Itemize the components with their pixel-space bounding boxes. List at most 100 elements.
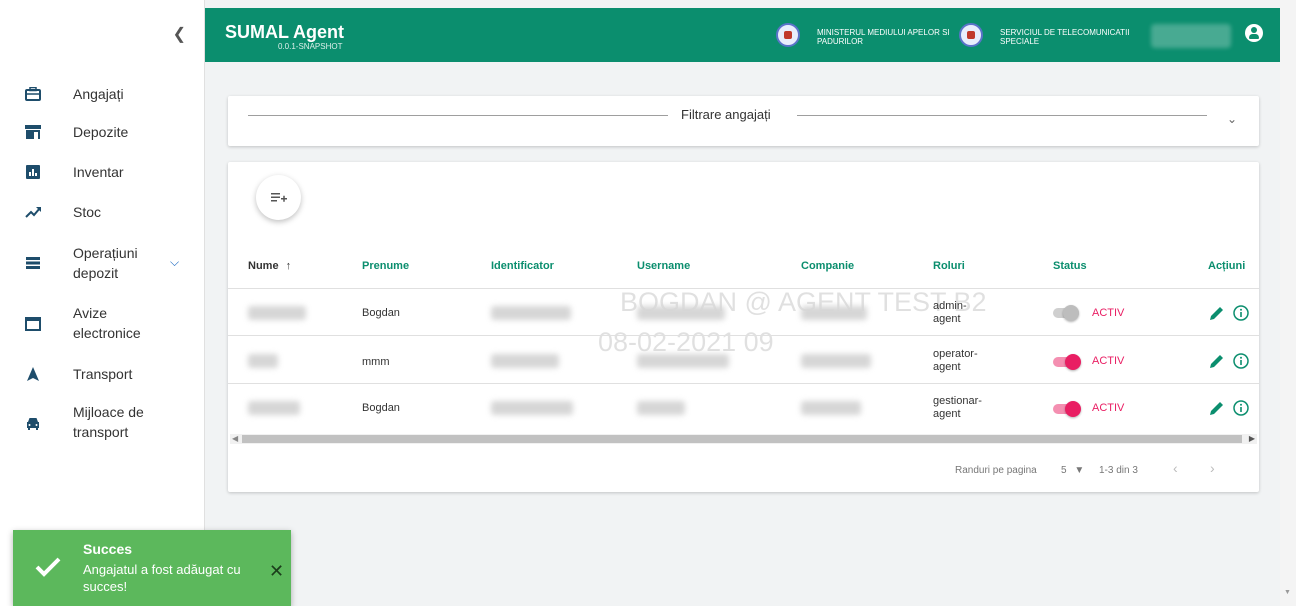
- sts-name: SERVICIUL DE TELECOMUNICATII SPECIALE: [1000, 28, 1130, 46]
- status-badge: ACTIV: [1092, 307, 1125, 319]
- car-icon: [24, 414, 42, 432]
- sidebar-item-transport[interactable]: Transport: [0, 364, 205, 384]
- col-header-nume[interactable]: Nume ↑: [248, 260, 291, 272]
- col-header-companie[interactable]: Companie: [801, 260, 854, 272]
- user-name-redacted: [1151, 24, 1231, 48]
- toggle-track: [1053, 354, 1081, 370]
- ministry-logo-icon: [776, 23, 800, 47]
- toggle-knob: [1063, 305, 1079, 321]
- info-icon[interactable]: [1233, 400, 1249, 421]
- cell-prenume: Bogdan: [362, 307, 400, 319]
- row-divider: [228, 288, 1259, 289]
- sidebar: ❮ Angajați Depozite Inventar Stoc Operaț…: [0, 0, 205, 606]
- cell-rol: gestionar-agent: [933, 395, 982, 420]
- rows-per-page-select[interactable]: 5 ▼: [1061, 465, 1084, 476]
- scroll-down-icon[interactable]: ▼: [1284, 589, 1291, 596]
- pagination-range: 1-3 din 3: [1099, 465, 1138, 476]
- sidebar-item-stoc[interactable]: Stoc: [0, 202, 205, 222]
- sidebar-item-label: Depozite: [73, 124, 129, 140]
- store-icon: [24, 123, 42, 141]
- cell-prenume: Bogdan: [362, 402, 400, 414]
- sidebar-item-label: Stoc: [73, 204, 102, 220]
- col-header-status[interactable]: Status: [1053, 260, 1087, 272]
- scroll-left-icon[interactable]: ◀: [232, 434, 238, 443]
- col-header-roluri[interactable]: Roluri: [933, 260, 965, 272]
- sidebar-item-angajati[interactable]: Angajați: [0, 84, 205, 104]
- filter-title: Filtrare angajați: [681, 107, 771, 122]
- edit-icon[interactable]: [1210, 354, 1224, 373]
- sidebar-item-operatiuni-depozit[interactable]: Operațiuni depozit ⌵: [0, 243, 205, 283]
- col-header-username[interactable]: Username: [637, 260, 690, 272]
- sidebar-top: ❮: [0, 0, 204, 63]
- list-icon: [24, 254, 42, 272]
- sidebar-item-label: Inventar: [73, 164, 124, 180]
- chevron-down-icon[interactable]: ⌵: [170, 255, 179, 270]
- app-title: SUMAL Agent: [225, 22, 344, 42]
- cell-rol: operator-agent: [933, 348, 978, 373]
- col-header-prenume[interactable]: Prenume: [362, 260, 409, 272]
- divider: [248, 115, 668, 116]
- company-redacted: [801, 401, 861, 415]
- status-badge: ACTIV: [1092, 355, 1125, 367]
- toast-message: Angajatul a fost adăugat cu succes!: [83, 562, 241, 594]
- sidebar-item-label: Avize electronice: [73, 305, 141, 341]
- toggle-track: [1053, 305, 1079, 321]
- sidebar-item-mijloace-de-transport[interactable]: Mijloace de transport: [0, 402, 205, 442]
- scrollbar-thumb[interactable]: [242, 435, 1242, 443]
- name-redacted: [248, 401, 300, 415]
- col-header-actiuni: Acțiuni: [1208, 260, 1246, 272]
- toggle-knob: [1065, 401, 1081, 417]
- identificator-redacted: [491, 401, 573, 415]
- add-employee-button[interactable]: [256, 175, 301, 220]
- trending-up-icon: [24, 203, 42, 221]
- prev-page-icon[interactable]: ‹: [1173, 460, 1178, 476]
- row-divider: [228, 335, 1259, 336]
- company-redacted: [801, 306, 867, 320]
- toggle-knob: [1065, 354, 1081, 370]
- sidebar-item-label: Mijloace de transport: [73, 404, 144, 440]
- app-version: 0.0.1-SNAPSHOT: [278, 42, 343, 51]
- success-toast: Succes Angajatul a fost adăugat cu succe…: [13, 530, 291, 606]
- identificator-redacted: [491, 306, 571, 320]
- window-icon: [24, 315, 42, 333]
- toast-title: Succes: [83, 541, 133, 557]
- rows-per-page-value: 5: [1061, 465, 1067, 476]
- close-icon[interactable]: ✕: [269, 561, 284, 582]
- edit-icon[interactable]: [1210, 306, 1224, 325]
- status-badge: ACTIV: [1092, 402, 1125, 414]
- sidebar-item-label: Operațiuni depozit: [73, 245, 138, 281]
- chevron-left-icon[interactable]: ❮: [173, 24, 186, 44]
- sidebar-item-inventar[interactable]: Inventar: [0, 162, 205, 182]
- next-page-icon[interactable]: ›: [1210, 460, 1215, 476]
- ministry-name: MINISTERUL MEDIULUI APELOR SI PADURILOR: [817, 28, 950, 46]
- cell-rol: admin-agent: [933, 300, 967, 325]
- bar-chart-icon: [24, 163, 42, 181]
- info-icon[interactable]: [1233, 353, 1249, 374]
- page-scrollbar[interactable]: ▼: [1280, 0, 1296, 606]
- horizontal-scrollbar[interactable]: ◀ ▶: [230, 434, 1257, 444]
- employees-table-card: Nume ↑ Prenume Identificator Username Co…: [228, 162, 1259, 492]
- sort-arrow-icon[interactable]: ↑: [286, 260, 292, 272]
- sidebar-item-depozite[interactable]: Depozite: [0, 122, 205, 142]
- sidebar-item-avize-electronice[interactable]: Avize electronice: [0, 303, 205, 343]
- dropdown-arrow-icon: ▼: [1074, 465, 1085, 476]
- playlist-add-icon: [270, 192, 287, 202]
- username-redacted: [637, 401, 685, 415]
- col-header-identificator[interactable]: Identificator: [491, 260, 554, 272]
- chevron-down-icon[interactable]: ⌄: [1227, 112, 1237, 126]
- username-redacted: [637, 306, 725, 320]
- edit-icon[interactable]: [1210, 401, 1224, 420]
- name-redacted: [248, 354, 278, 368]
- divider: [797, 115, 1207, 116]
- filter-panel[interactable]: Filtrare angajați ⌄: [228, 96, 1259, 146]
- toggle-track: [1053, 401, 1081, 417]
- scroll-right-icon[interactable]: ▶: [1249, 434, 1255, 443]
- account-circle-icon[interactable]: [1245, 24, 1263, 42]
- app-header: SUMAL Agent 0.0.1-SNAPSHOT MINISTERUL ME…: [205, 8, 1280, 62]
- info-icon[interactable]: [1233, 305, 1249, 326]
- rows-per-page-label: Randuri pe pagina: [955, 465, 1037, 476]
- col-header-label: Nume: [248, 260, 279, 272]
- identificator-redacted: [491, 354, 559, 368]
- briefcase-icon: [24, 85, 42, 103]
- cell-prenume: mmm: [362, 356, 390, 368]
